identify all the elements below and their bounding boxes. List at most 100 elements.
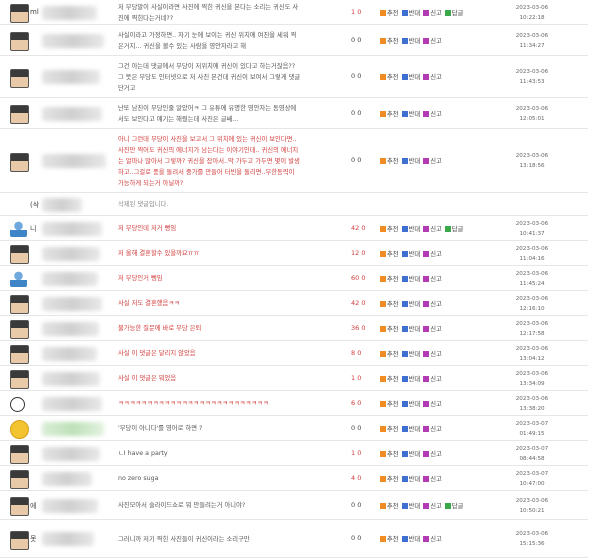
avatar-icon[interactable]	[10, 470, 29, 489]
report-button[interactable]: 신고	[423, 250, 445, 258]
upvote-button[interactable]: 추천	[380, 225, 402, 233]
report-button[interactable]: 신고	[423, 9, 445, 17]
comment-actions: 추천 반대 신고	[380, 534, 445, 543]
avatar-icon[interactable]	[10, 105, 29, 124]
downvote-button[interactable]: 반대	[401, 225, 424, 233]
blurred-username	[42, 221, 102, 236]
blurred-username	[42, 371, 100, 386]
upvote-button[interactable]: 추천	[380, 375, 402, 383]
avatar-icon[interactable]	[10, 445, 29, 464]
comment-date: 2023-03-06 12:17:58	[515, 320, 549, 337]
downvote-button[interactable]: 반대	[401, 37, 424, 45]
nickname[interactable]: 에	[30, 501, 36, 511]
avatar-icon[interactable]	[10, 68, 29, 88]
blurred-username	[42, 154, 106, 168]
report-button[interactable]: 신고	[423, 37, 445, 45]
downvote-button[interactable]: 반대	[401, 74, 424, 81]
upvote-button[interactable]: 추천	[380, 325, 402, 333]
upvote-button[interactable]: 추천	[380, 536, 402, 543]
downvote-button[interactable]: 반대	[401, 110, 424, 118]
avatar-icon[interactable]	[10, 270, 27, 287]
avatar-icon[interactable]	[10, 530, 29, 550]
downvote-button[interactable]: 반대	[401, 250, 424, 258]
avatar-icon[interactable]	[10, 245, 29, 264]
downvote-button[interactable]: 반대	[401, 450, 424, 458]
upvote-button[interactable]: 추천	[380, 9, 402, 17]
upvote-button[interactable]: 추천	[380, 158, 402, 165]
nickname[interactable]: (삭	[30, 200, 39, 210]
avatar-icon[interactable]	[10, 32, 29, 51]
avatar-icon[interactable]	[10, 152, 29, 172]
avatar-icon[interactable]	[10, 370, 29, 389]
downvote-button[interactable]: 반대	[401, 300, 424, 308]
comment-text: 저 무당인데 저거 뻥임	[118, 225, 177, 232]
comment-row: ml 저 무당말이 사실이라면 사진에 찍힌 귀신을 본다는 소리는 귀신도 사 …	[0, 0, 588, 25]
upvote-button[interactable]: 추천	[380, 37, 402, 45]
downvote-button[interactable]: 반대	[401, 158, 424, 165]
report-button[interactable]: 신고	[423, 74, 445, 81]
blurred-username	[42, 106, 102, 121]
downvote-button[interactable]: 반대	[401, 425, 424, 433]
report-button[interactable]: 신고	[423, 275, 445, 283]
report-button[interactable]: 신고	[423, 400, 445, 408]
report-label: 신고	[430, 225, 442, 233]
upvote-button[interactable]: 추천	[380, 475, 402, 483]
downvote-button[interactable]: 반대	[401, 275, 424, 283]
report-button[interactable]: 신고	[423, 300, 445, 308]
reply-button[interactable]: 답글	[444, 502, 467, 510]
comment-row: 니 저 무당인데 저거 뻥임 42 0 추천 반대 신고 답글 2023-03-06 10:4…	[0, 216, 588, 241]
downvote-button[interactable]: 반대	[401, 536, 424, 543]
report-button[interactable]: 신고	[423, 375, 445, 383]
avatar-icon[interactable]	[10, 345, 29, 364]
report-button[interactable]: 신고	[423, 425, 445, 433]
report-button[interactable]: 신고	[423, 502, 445, 510]
upvote-icon	[380, 250, 386, 257]
comment-date: 2023-03-06 11:04:16	[515, 245, 549, 262]
avatar-icon[interactable]	[10, 397, 25, 412]
reply-button[interactable]: 답글	[444, 9, 467, 17]
avatar-icon[interactable]	[10, 320, 29, 339]
downvote-button[interactable]: 반대	[401, 400, 424, 408]
downvote-button[interactable]: 반대	[401, 9, 424, 17]
upvote-button[interactable]: 추천	[380, 502, 402, 510]
report-button[interactable]: 신고	[423, 158, 445, 165]
downvote-button[interactable]: 반대	[401, 475, 424, 483]
avatar-icon[interactable]	[10, 420, 29, 439]
reply-button[interactable]: 답글	[444, 225, 467, 233]
avatar-icon[interactable]	[10, 4, 29, 23]
downvote-label: 반대	[408, 225, 421, 233]
upvote-button[interactable]: 추천	[380, 110, 402, 118]
upvote-button[interactable]: 추천	[380, 300, 402, 308]
upvote-button[interactable]: 추천	[380, 400, 402, 408]
upvote-label: 추천	[387, 300, 399, 308]
report-button[interactable]: 신고	[423, 450, 445, 458]
downvote-button[interactable]: 반대	[401, 325, 424, 333]
avatar-icon[interactable]	[10, 497, 29, 516]
report-button[interactable]: 신고	[423, 225, 445, 233]
upvote-button[interactable]: 추천	[380, 250, 402, 258]
report-button[interactable]: 신고	[423, 475, 445, 483]
downvote-button[interactable]: 반대	[401, 502, 424, 510]
report-button[interactable]: 신고	[423, 350, 445, 358]
downvote-button[interactable]: 반대	[401, 350, 424, 358]
avatar-icon[interactable]	[10, 295, 29, 314]
comment-date: 2023-03-06 11:43:53	[515, 69, 549, 85]
upvote-button[interactable]: 추천	[380, 275, 402, 283]
vote-count: 4 0	[351, 473, 362, 482]
nickname[interactable]: 니	[30, 224, 36, 234]
upvote-icon	[380, 375, 386, 382]
upvote-button[interactable]: 추천	[380, 450, 402, 458]
upvote-button[interactable]: 추천	[380, 425, 402, 433]
nickname[interactable]: ml	[30, 8, 39, 16]
report-button[interactable]: 신고	[423, 325, 445, 333]
upvote-label: 추천	[387, 350, 399, 358]
avatar-icon[interactable]	[10, 220, 27, 237]
nickname[interactable]: 못	[30, 534, 36, 544]
report-button[interactable]: 신고	[423, 110, 445, 118]
upvote-button[interactable]: 추천	[380, 74, 402, 81]
report-button[interactable]: 신고	[423, 536, 445, 543]
downvote-button[interactable]: 반대	[401, 375, 424, 383]
comment-row: 저 무당인거 뻥임 60 0 추천 반대 신고 2023-03-06 11:45:24	[0, 266, 588, 291]
upvote-button[interactable]: 추천	[380, 350, 402, 358]
vote-count: 1 0	[351, 448, 362, 457]
